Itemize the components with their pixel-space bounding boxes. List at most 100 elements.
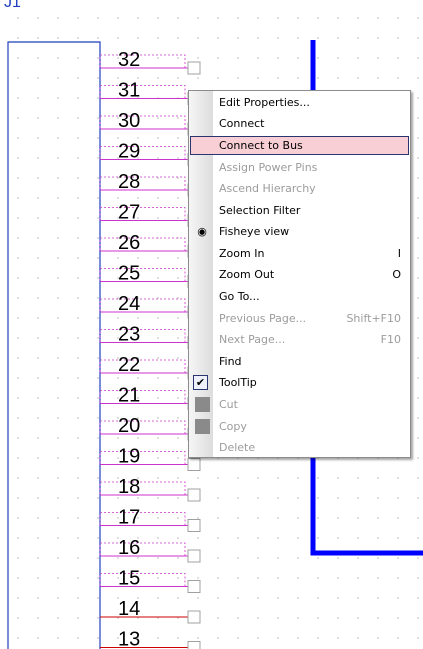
pin-selection-outline [99,85,186,99]
menu-item-go-to[interactable]: Go To... [190,287,409,306]
pin-number: 20 [118,415,140,437]
pin-16[interactable]: 16 [99,537,201,563]
pin-selection-outline [99,573,186,587]
pin-connection-box[interactable] [187,519,201,532]
pin-17[interactable]: 17 [99,507,201,532]
pin-number: 14 [118,598,140,620]
menu-item-label: Delete [219,441,256,454]
menu-item-label: Fisheye view [219,225,290,238]
pin-selection-outline [99,268,186,282]
pin-selection-outline [99,329,186,343]
pin-number: 17 [118,507,140,529]
pin-27[interactable]: 27 [99,202,201,227]
menu-item-cut[interactable]: Cut [190,395,409,414]
pin-selection-outline [99,115,186,130]
menu-item-zoom-in[interactable]: Zoom In I [190,244,409,263]
pin-28[interactable]: 28 [99,171,201,197]
menu-item-selection-filter[interactable]: Selection Filter [190,201,409,220]
pin-15[interactable]: 15 [99,568,201,593]
menu-item-label: Zoom Out [219,268,275,281]
pin-number: 19 [118,446,140,468]
pin-connection-box[interactable] [187,458,201,471]
pin-19[interactable]: 19 [99,446,201,471]
menu-item-label: Copy [219,420,247,433]
pin-24[interactable]: 24 [99,293,201,319]
menu-item-label: Previous Page... [219,312,307,325]
pin-number: 28 [118,171,140,193]
pin-number: 21 [118,385,140,407]
pin-23[interactable]: 23 [99,324,201,349]
menu-item-label: Ascend Hierarchy [219,182,316,195]
pin-connection-box[interactable] [187,488,201,502]
check-icon: ✔ [193,375,208,390]
pin-number: 16 [118,537,140,559]
pin-connection-box[interactable] [187,549,201,563]
pin-selection-outline [99,237,186,252]
pin-number: 15 [118,568,140,590]
menu-item-edit-properties[interactable]: Edit Properties... [190,93,409,112]
eye-icon: ◉ [197,225,207,238]
menu-item-delete[interactable]: Delete [190,438,409,457]
menu-item-shortcut: F10 [380,333,401,346]
menu-item-label: Assign Power Pins [219,161,318,174]
pin-32[interactable]: 32 [99,49,201,75]
pin-29[interactable]: 29 [99,141,201,166]
pin-22[interactable]: 22 [99,354,201,380]
cut-icon [195,397,210,412]
pin-selection-outline [99,176,186,191]
pin-selection-outline [99,146,186,160]
menu-item-label: Go To... [219,290,260,303]
menu-item-shortcut: Shift+F10 [346,312,401,325]
menu-item-zoom-out[interactable]: Zoom Out O [190,265,409,284]
pin-selection-outline [99,542,186,557]
menu-item-label: Cut [219,398,238,411]
pin-connection-box[interactable] [187,61,201,75]
pin-number: 29 [118,141,140,163]
pin-number: 23 [118,324,140,346]
pin-number: 25 [118,263,140,285]
menu-item-next-page[interactable]: Next Page... F10 [190,330,409,349]
menu-item-tooltip[interactable]: ✔ ToolTip [190,373,409,392]
menu-item-ascend-hierarchy[interactable]: Ascend Hierarchy [190,179,409,198]
menu-item-label: ToolTip [219,376,257,389]
pin-21[interactable]: 21 [99,385,201,410]
pin-25[interactable]: 25 [99,263,201,288]
pin-connection-box[interactable] [187,641,201,649]
menu-item-label: Connect [219,117,265,130]
pin-number: 24 [118,293,140,315]
pin-30[interactable]: 30 [99,110,201,136]
menu-item-find[interactable]: Find [190,352,409,371]
pin-connection-box[interactable] [187,610,201,624]
pin-18[interactable]: 18 [99,476,201,502]
menu-item-label: Next Page... [219,333,286,346]
menu-item-assign-power-pins[interactable]: Assign Power Pins [190,158,409,177]
menu-item-label: Connect to Bus [219,139,303,152]
menu-item-connect[interactable]: Connect [190,114,409,133]
menu-item-label: Find [219,355,242,368]
menu-item-previous-page[interactable]: Previous Page... Shift+F10 [190,309,409,328]
pin-number: 31 [118,80,140,102]
pin-number: 22 [118,354,140,376]
context-menu[interactable]: Edit Properties... Connect Connect to Bus A… [188,90,411,458]
menu-item-connect-to-bus[interactable]: Connect to Bus [190,136,409,155]
pin-26[interactable]: 26 [99,232,201,258]
pin-connection-box[interactable] [187,580,201,593]
pin-number: 13 [118,629,140,649]
menu-item-label: Zoom In [219,247,265,260]
pin-selection-outline [99,54,186,69]
menu-item-fisheye-view[interactable]: ◉ Fisheye view [190,222,409,241]
component-outline[interactable] [7,41,101,649]
pin-13[interactable]: 13 [100,629,201,649]
pin-selection-outline [99,359,186,374]
pin-number: 30 [118,110,140,132]
pin-selection-outline [99,481,186,496]
pin-20[interactable]: 20 [99,415,201,441]
menu-item-label: Edit Properties... [219,96,310,109]
pin-number: 18 [118,476,140,498]
pin-selection-outline [99,512,186,526]
pin-31[interactable]: 31 [99,80,201,105]
menu-item-copy[interactable]: Copy [190,417,409,436]
menu-item-label: Selection Filter [219,204,301,217]
component-reference-label: J1 [4,0,21,11]
pin-14[interactable]: 14 [100,598,201,624]
